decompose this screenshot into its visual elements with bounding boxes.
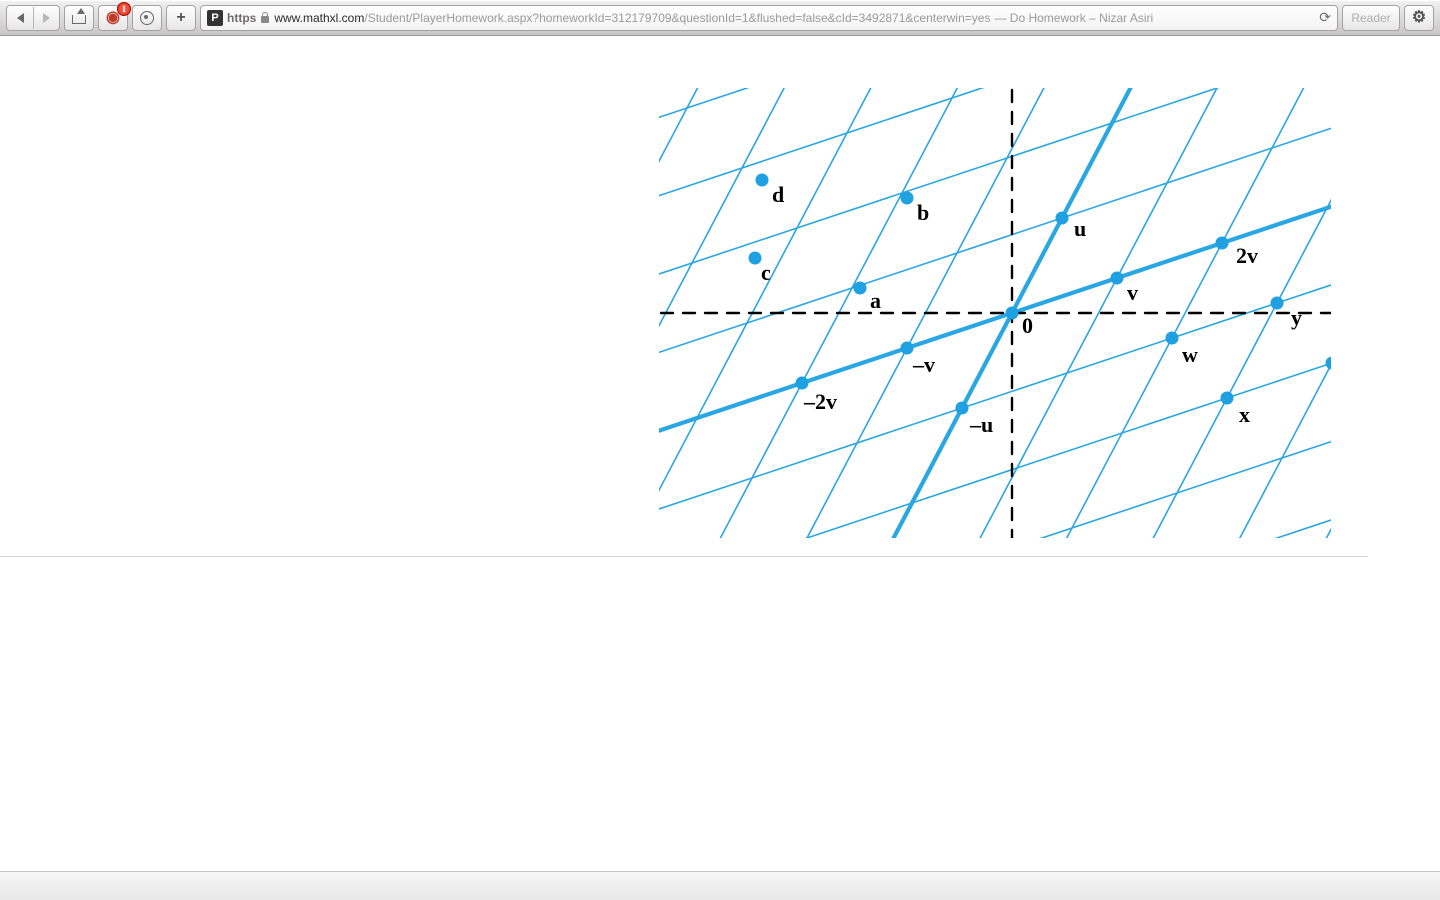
- extension-button-2[interactable]: [132, 5, 162, 31]
- share-icon: [72, 12, 86, 24]
- section-divider: [0, 556, 1368, 557]
- page-title-suffix: — Do Homework – Nizar Asiri: [994, 11, 1153, 25]
- notification-badge: 1: [117, 2, 131, 16]
- settings-button[interactable]: ⚙: [1404, 5, 1434, 31]
- lock-icon: [260, 12, 270, 24]
- figure-svg: [659, 88, 1331, 538]
- arrow-right-icon: [43, 13, 50, 23]
- share-button[interactable]: [64, 5, 94, 31]
- address-bar[interactable]: P https www.mathxl.com /Student/PlayerHo…: [200, 5, 1338, 31]
- new-tab-button[interactable]: +: [166, 5, 196, 31]
- browser-toolbar: ◉ 1 + P https www.mathxl.com /Student/Pl…: [0, 0, 1440, 36]
- site-favicon: P: [207, 10, 223, 26]
- vector-grid-figure: 0u–uv2v–v–2vwxyzabcd: [659, 88, 1331, 538]
- window-footer: [0, 871, 1440, 900]
- nav-back-forward-group: [6, 5, 60, 31]
- gear-icon: ⚙: [1412, 10, 1426, 26]
- back-button[interactable]: [7, 7, 33, 29]
- forward-button[interactable]: [33, 7, 59, 29]
- url-path: /Student/PlayerHomework.aspx?homeworkId=…: [364, 11, 990, 25]
- page-content: 0u–uv2v–v–2vwxyzabcd: [0, 36, 1440, 900]
- extension-button-1[interactable]: ◉ 1: [98, 5, 128, 31]
- reader-button[interactable]: Reader: [1342, 5, 1400, 31]
- arrow-left-icon: [17, 13, 24, 23]
- https-label: https: [227, 11, 256, 25]
- url-host: www.mathxl.com: [274, 11, 364, 25]
- target-icon: [140, 11, 154, 25]
- reload-icon[interactable]: ⟳: [1319, 9, 1331, 26]
